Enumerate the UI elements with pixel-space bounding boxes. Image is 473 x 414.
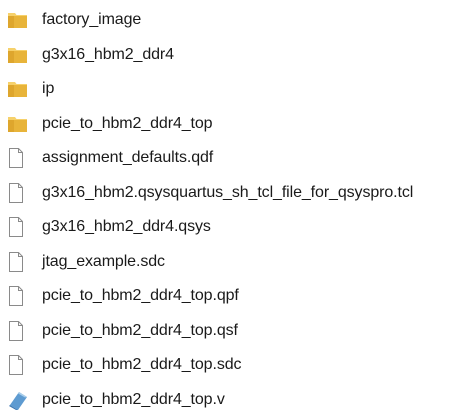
file-icon bbox=[7, 182, 31, 204]
item-name: jtag_example.sdc bbox=[42, 252, 165, 270]
item-name: ip bbox=[42, 80, 55, 98]
item-name: assignment_defaults.qdf bbox=[42, 149, 214, 167]
file-icon bbox=[7, 285, 31, 307]
file-item[interactable]: pcie_to_hbm2_ddr4_top.qsf bbox=[0, 314, 473, 349]
file-item[interactable]: pcie_to_hbm2_ddr4_top.qpf bbox=[0, 279, 473, 314]
file-item[interactable]: jtag_example.sdc bbox=[0, 245, 473, 280]
file-item[interactable]: g3x16_hbm2_ddr4.qsys bbox=[0, 210, 473, 245]
file-item[interactable]: assignment_defaults.qdf bbox=[0, 141, 473, 176]
file-item[interactable]: pcie_to_hbm2_ddr4_top.sdc bbox=[0, 348, 473, 383]
file-item[interactable]: g3x16_hbm2.qsysquartus_sh_tcl_file_for_q… bbox=[0, 176, 473, 211]
folder-item[interactable]: pcie_to_hbm2_ddr4_top bbox=[0, 107, 473, 142]
file-list: factory_image g3x16_hbm2_ddr4ip pcie_to_hb… bbox=[0, 3, 473, 414]
file-icon bbox=[7, 147, 31, 169]
item-name: pcie_to_hbm2_ddr4_top.qpf bbox=[42, 287, 239, 305]
item-name: g3x16_hbm2_ddr4.qsys bbox=[42, 218, 211, 236]
item-name: g3x16_hbm2.qsysquartus_sh_tcl_file_for_q… bbox=[42, 183, 414, 201]
item-name: pcie_to_hbm2_ddr4_top bbox=[42, 114, 213, 132]
item-name: pcie_to_hbm2_ddr4_top.v bbox=[42, 390, 225, 408]
file-icon bbox=[7, 251, 31, 273]
item-name: pcie_to_hbm2_ddr4_top.qsf bbox=[42, 321, 238, 339]
folder-icon bbox=[7, 78, 31, 100]
file-item[interactable]: pcie_to_hbm2_ddr4_top.v bbox=[0, 383, 473, 414]
file-icon bbox=[7, 320, 31, 342]
verilog-file-icon bbox=[7, 389, 31, 411]
folder-item[interactable]: ip bbox=[0, 72, 473, 107]
folder-icon bbox=[7, 44, 31, 66]
item-name: factory_image bbox=[42, 11, 142, 29]
folder-item[interactable]: g3x16_hbm2_ddr4 bbox=[0, 38, 473, 73]
folder-icon bbox=[7, 113, 31, 135]
item-name: pcie_to_hbm2_ddr4_top.sdc bbox=[42, 356, 242, 374]
folder-icon bbox=[7, 9, 31, 31]
item-name: g3x16_hbm2_ddr4 bbox=[42, 45, 174, 63]
folder-item[interactable]: factory_image bbox=[0, 3, 473, 38]
file-icon bbox=[7, 216, 31, 238]
file-icon bbox=[7, 354, 31, 376]
